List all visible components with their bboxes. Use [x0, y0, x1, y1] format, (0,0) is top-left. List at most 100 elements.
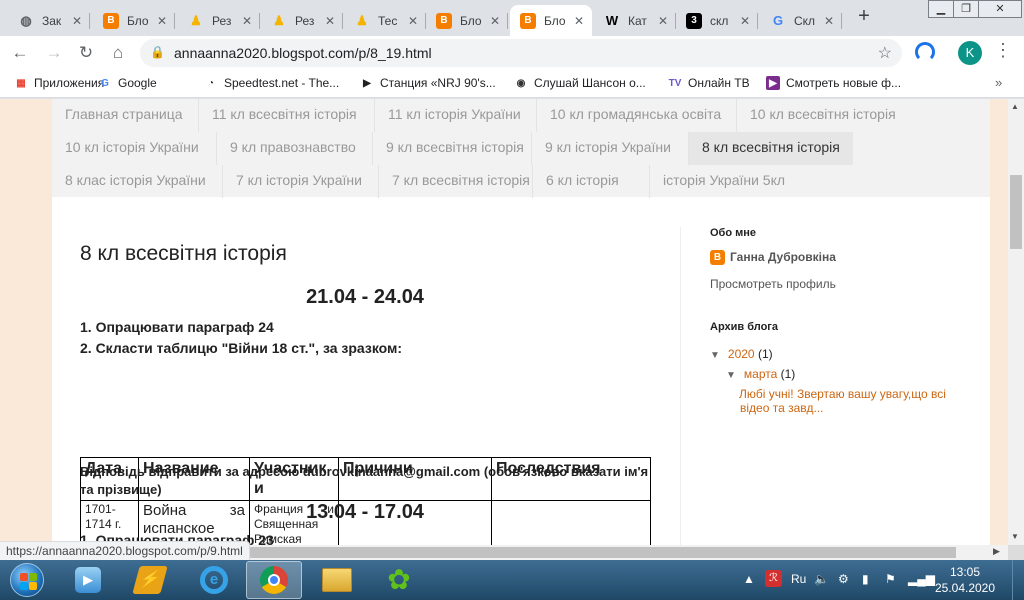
internet-explorer-icon[interactable]: e — [186, 561, 242, 599]
taskbar: ▶ ⚡ e ✿ ▲ ℛ Ru 🔈 ⚙ ▮ ⚑ ▂▄▆ 13:05 25.04.2… — [0, 560, 1024, 600]
browser-tab[interactable]: B Бло ✕ — [93, 5, 175, 36]
vertical-scrollbar[interactable]: ▲ ▼ — [1008, 99, 1024, 545]
minimize-button[interactable]: ▁ — [928, 0, 954, 18]
close-tab-icon[interactable]: ✕ — [240, 14, 254, 28]
browser-tab[interactable]: W Кат ✕ — [594, 5, 676, 36]
nav-tab[interactable]: 9 кл всесвітня історія — [372, 132, 537, 165]
close-tab-icon[interactable]: ✕ — [323, 14, 337, 28]
new-tab-button[interactable]: + — [853, 5, 875, 27]
forward-button[interactable]: → — [42, 41, 66, 65]
close-window-button[interactable]: ✕ — [978, 0, 1022, 18]
nav-tab[interactable]: 9 кл правознавство — [216, 132, 369, 165]
bookmark-item[interactable]: ◔ Speedtest.net - The... — [204, 76, 339, 90]
profile-avatar[interactable]: K — [958, 41, 982, 65]
expand-triangle-icon[interactable]: ▼ — [726, 370, 736, 381]
back-button[interactable]: ← — [8, 41, 32, 65]
close-tab-icon[interactable]: ✕ — [656, 14, 670, 28]
url-text[interactable]: annaanna2020.blogspot.com/p/8_19.html — [174, 45, 432, 61]
view-profile-link[interactable]: Просмотреть профиль — [710, 277, 836, 291]
scroll-up-icon[interactable]: ▲ — [1011, 102, 1019, 111]
browser-tab[interactable]: ♟ Тес ✕ — [344, 5, 426, 36]
archive-year-link[interactable]: 2020 — [728, 347, 755, 361]
close-tab-icon[interactable]: ✕ — [488, 14, 502, 28]
archive-year[interactable]: ▼ 2020 (1) — [710, 347, 773, 361]
chrome-taskbar-icon[interactable] — [246, 561, 302, 599]
browser-tab[interactable]: B Бло ✕ — [426, 5, 508, 36]
nav-tab[interactable]: 7 кл історія України — [222, 165, 375, 198]
status-bar-url: https://annaanna2020.blogspot.com/p/9.ht… — [0, 541, 250, 560]
menu-kebab-icon[interactable]: ⋮ — [994, 40, 1012, 61]
nav-tab[interactable]: 8 кл всесвітня історія — [688, 132, 853, 165]
archive-month-link[interactable]: марта — [744, 367, 777, 381]
show-desktop-button[interactable] — [1012, 560, 1024, 600]
bookmark-label: Слушай Шансон о... — [534, 76, 646, 90]
show-hidden-icons[interactable]: ▲ — [743, 572, 755, 586]
nav-tab[interactable]: 10 кл громадянська освіта — [536, 99, 734, 132]
date-heading: 13.04 - 17.04 — [306, 501, 424, 523]
icq-icon[interactable]: ✿ — [371, 561, 427, 599]
file-explorer-icon[interactable] — [309, 561, 365, 599]
scrollbar-thumb[interactable] — [250, 547, 956, 558]
globe-icon: ◉ — [516, 77, 526, 89]
battery-icon[interactable]: ▮ — [862, 572, 869, 586]
media-player-icon[interactable]: ▶ — [60, 561, 116, 599]
scroll-right-icon[interactable]: ▶ — [993, 546, 1000, 557]
browser-tab[interactable]: ♟ Рез ✕ — [261, 5, 343, 36]
network-tool-icon[interactable]: ⚙ — [838, 572, 849, 586]
maximize-button[interactable]: ❐ — [953, 0, 979, 18]
nav-tab[interactable]: історія України 5кл — [649, 165, 798, 198]
bookmark-star-icon[interactable]: ☆ — [878, 43, 892, 63]
address-bar[interactable]: 🔒 annaanna2020.blogspot.com/p/8_19.html … — [140, 39, 902, 67]
browser-tab[interactable]: ◍ Зак ✕ — [8, 5, 90, 36]
nav-tab[interactable]: 11 кл всесвітня історія — [198, 99, 370, 132]
bookmark-label: Смотреть новые ф... — [786, 76, 902, 90]
antivirus-icon[interactable]: ℛ — [765, 570, 782, 587]
nav-tab[interactable]: 8 клас історія України — [52, 165, 219, 198]
close-tab-icon[interactable]: ✕ — [822, 14, 836, 28]
winamp-icon[interactable]: ⚡ — [122, 561, 178, 599]
browser-tab[interactable]: ♟ Рез ✕ — [178, 5, 260, 36]
archive-post-link[interactable]: Любі учні! Звертаю вашу увагу,що всі від… — [739, 387, 970, 415]
nav-tab[interactable]: 9 кл історія України — [531, 132, 684, 165]
reload-button[interactable]: ↻ — [74, 41, 98, 65]
tab-title: Рез — [212, 13, 232, 28]
bookmark-item[interactable]: G Google — [98, 76, 157, 90]
volume-icon[interactable]: 🔈 — [814, 572, 829, 586]
close-tab-icon[interactable]: ✕ — [406, 14, 420, 28]
nav-tab[interactable]: Главная страница — [52, 99, 196, 132]
nav-tab[interactable]: 10 кл історія України — [52, 132, 212, 165]
bookmarks-overflow-icon[interactable]: » — [995, 75, 1002, 90]
extension-icon[interactable] — [915, 42, 935, 62]
scrollbar-thumb[interactable] — [1010, 175, 1022, 249]
bookmark-item[interactable]: ▶ Смотреть новые ф... — [766, 76, 901, 90]
scroll-down-icon[interactable]: ▼ — [1011, 532, 1019, 541]
bookmark-item[interactable]: TV Онлайн ТВ — [668, 76, 750, 90]
language-indicator[interactable]: Ru — [791, 572, 806, 586]
date-heading: 21.04 - 24.04 — [306, 286, 424, 308]
author-name[interactable]: Ганна Дубровкіна — [730, 250, 836, 264]
blogger-icon: B — [103, 12, 119, 29]
browser-tab[interactable]: G Скл ✕ — [760, 5, 842, 36]
nav-tab[interactable]: 7 кл всесвітня історія — [378, 165, 543, 198]
home-button[interactable]: ⌂ — [106, 41, 130, 65]
close-tab-icon[interactable]: ✕ — [155, 14, 169, 28]
bookmark-item[interactable]: ◉ Слушай Шансон о... — [514, 76, 646, 90]
close-tab-icon[interactable]: ✕ — [572, 14, 586, 28]
expand-triangle-icon[interactable]: ▼ — [710, 350, 720, 361]
bookmark-item[interactable]: ▦ Приложения — [14, 76, 104, 90]
browser-tab[interactable]: 3 скл ✕ — [676, 5, 758, 36]
nav-tab[interactable]: 6 кл історія — [532, 165, 632, 198]
close-tab-icon[interactable]: ✕ — [70, 14, 84, 28]
google-icon: G — [772, 13, 784, 28]
start-button[interactable] — [2, 560, 52, 600]
close-tab-icon[interactable]: ✕ — [738, 14, 752, 28]
clock[interactable]: 13:05 25.04.2020 — [930, 564, 1000, 596]
nav-tab[interactable]: 11 кл історія України — [374, 99, 534, 132]
browser-tab[interactable]: B Бло ✕ — [510, 5, 592, 36]
action-center-flag-icon[interactable]: ⚑ — [885, 572, 896, 586]
archive-month[interactable]: ▼ марта (1) — [726, 367, 795, 381]
author-link[interactable]: B Ганна Дубровкіна — [710, 250, 836, 266]
about-heading: Обо мне — [710, 227, 757, 239]
nav-tab[interactable]: 10 кл всесвітня історія — [736, 99, 909, 132]
bookmark-item[interactable]: ▶ Станция «NRJ 90's... — [360, 76, 496, 90]
